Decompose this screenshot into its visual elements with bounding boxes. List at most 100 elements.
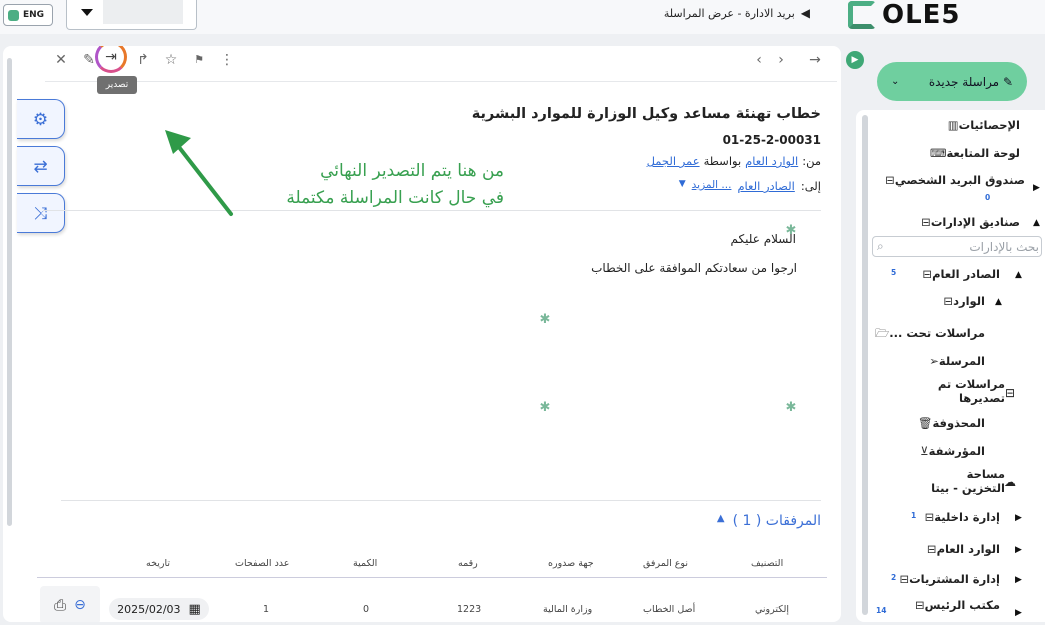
star-icon[interactable]: ☆	[161, 50, 181, 70]
sidebar-item-label: إدارة المشتريات	[909, 572, 1000, 586]
column-header: عدد الصفحات	[235, 558, 290, 569]
attachments-header[interactable]: المرفقات ( 1 ) ▲	[717, 513, 821, 529]
inbox-icon: ⊟	[899, 572, 910, 586]
expand-caret-icon[interactable]: ▶	[1015, 608, 1022, 618]
expand-caret-icon[interactable]: ▶	[1033, 183, 1040, 193]
column-header: رقمه	[458, 558, 478, 569]
via-person-link[interactable]: عمر الجمل	[647, 154, 700, 168]
emblem-icon: ✱	[539, 312, 551, 327]
to-dept-link[interactable]: الصادر العام	[737, 179, 794, 193]
cell-number: 1223	[457, 604, 482, 615]
annotation-arrow	[165, 130, 233, 216]
message-toolbar: ✕ ✎ ⇥ ↱ ☆ ⚑ ⋮ ‹ › →	[45, 46, 837, 82]
sidebar-item-deleted[interactable]: المحذوفة🗑	[914, 416, 985, 430]
back-arrow-icon[interactable]: →	[805, 50, 825, 70]
sidebar-item-sent[interactable]: المرسلة➢	[925, 354, 985, 368]
export-icon: ⇥	[105, 49, 117, 65]
new-mail-text: مراسلة جديدة	[928, 74, 1000, 89]
sidebar-item-internal-dept[interactable]: إدارة داخلية⊟	[921, 510, 1000, 524]
print-icon[interactable]: ⎙	[54, 596, 66, 614]
more-recipients-link[interactable]: ... المزيد	[692, 179, 732, 193]
message-view-panel: ✕ ✎ ⇥ ↱ ☆ ⚑ ⋮ ‹ › → تصدير ⚙ ⇄ ⤨ خطاب تهن…	[3, 46, 841, 622]
language-toggle[interactable]: ENG	[3, 4, 53, 26]
new-mail-button[interactable]: ✎ مراسلة جديدة ⌄	[877, 62, 1027, 101]
sidebar-item-president-office[interactable]: مكتب الرئيس⊟	[911, 598, 1000, 612]
close-icon[interactable]: ✕	[51, 50, 71, 70]
sidebar-item-personal-mailbox[interactable]: صندوق البريد الشخصي⊟	[881, 174, 1025, 187]
collapse-caret-icon[interactable]: ▲	[1015, 270, 1022, 280]
sidebar-item-label: مراسلات تحت ...	[889, 326, 985, 340]
export-button[interactable]: ⇥	[95, 46, 127, 73]
sidebar-item-exported[interactable]: مراسلات تم تصديرها	[925, 377, 1005, 405]
search-icon: ⌕	[877, 239, 884, 253]
count-badge: 1	[911, 511, 917, 520]
sidebar-item-department-boxes[interactable]: صناديق الإدارات⊟	[917, 215, 1020, 229]
sidebar-item-label: إدارة داخلية	[934, 510, 1000, 524]
caret-down-icon	[81, 9, 93, 16]
cell-type: أصل الخطاب	[643, 604, 696, 615]
emblem-icon: ✱	[785, 400, 797, 415]
sidebar-item-statistics[interactable]: الإحصائيات▥	[944, 118, 1020, 132]
shuffle-icon: ⤨	[33, 204, 48, 224]
more-caret-icon[interactable]: ▼	[679, 179, 686, 193]
breadcrumb-arrow-icon[interactable]: ◀	[801, 6, 810, 20]
remove-icon[interactable]: ⊖	[74, 597, 86, 613]
sidebar-item-procurement[interactable]: إدارة المشتريات⊟	[895, 572, 1000, 586]
more-menu-icon[interactable]: ⋮	[217, 50, 237, 70]
collapse-caret-icon[interactable]: ▲	[995, 297, 1002, 307]
collapse-caret-icon[interactable]: ▲	[1033, 218, 1040, 228]
department-search-input[interactable]: بحث بالإدارات ⌕	[872, 236, 1042, 257]
document-transfer-button[interactable]: ⇄	[17, 146, 65, 186]
cell-pages: 1	[263, 604, 270, 615]
column-header: نوع المرفق	[643, 558, 688, 569]
row-actions: ⎙ ⊖	[40, 586, 100, 622]
forward-icon[interactable]: ↱	[133, 50, 153, 70]
sidebar-toggle-icon[interactable]: ▶	[846, 51, 864, 69]
sidebar-item-label: صندوق البريد الشخصي	[894, 173, 1025, 187]
shuffle-button[interactable]: ⤨	[17, 193, 65, 233]
expand-caret-icon[interactable]: ▶	[1015, 545, 1022, 555]
logo-mark-icon	[848, 1, 876, 29]
inbox-icon: ⊟	[921, 215, 931, 229]
previous-icon[interactable]: ‹	[749, 50, 769, 70]
send-icon: ➢	[929, 354, 939, 368]
sidebar-item-storage-beta[interactable]: مساحة التخزين - بيتا	[925, 467, 1005, 495]
sidebar-item-general-inbox[interactable]: الوارد العام⊟	[923, 542, 1000, 556]
sidebar-scrollbar[interactable]	[862, 115, 868, 615]
expand-caret-icon[interactable]: ▶	[1015, 575, 1022, 585]
top-bar: ENG ◀ بريد الادارة - عرض المراسلة OLE5	[0, 0, 1045, 34]
inbox-icon: ⊟	[885, 173, 895, 187]
inbox-icon: ⊟	[926, 542, 937, 556]
sidebar-item-general-outbox[interactable]: الصادر العام⊟	[918, 267, 1000, 281]
sidebar-item-pending[interactable]: مراسلات تحت ...🗁	[871, 326, 985, 345]
breadcrumb-text: بريد الادارة - عرض المراسلة	[663, 6, 795, 20]
sidebar-item-label: الإحصائيات	[958, 118, 1020, 132]
account-dropdown[interactable]	[66, 0, 197, 30]
document-settings-button[interactable]: ⚙	[17, 99, 65, 139]
flag-icon[interactable]: ⚑	[189, 50, 209, 70]
expand-caret-icon[interactable]: ▶	[1015, 513, 1022, 523]
sidebar-item-label: مراسلات تم تصديرها	[937, 377, 1005, 405]
sidebar-item-label: صناديق الإدارات	[930, 215, 1020, 229]
sidebar-item-archived[interactable]: المؤرشفة⊻	[916, 444, 985, 458]
sidebar-item-incoming[interactable]: الوارد⊟	[939, 294, 985, 308]
cell-issuer: وزارة المالية	[543, 604, 593, 615]
next-icon[interactable]: ›	[771, 50, 791, 70]
main-scrollbar[interactable]	[7, 58, 12, 526]
to-label: إلى:	[800, 179, 821, 193]
breadcrumb: ◀ بريد الادارة - عرض المراسلة	[630, 6, 810, 20]
sidebar-item-dashboard[interactable]: لوحة المتابعة⌨	[926, 146, 1020, 160]
export-tooltip: تصدير	[97, 76, 137, 94]
archive-icon: ⊻	[920, 444, 929, 458]
chevron-down-icon[interactable]: ⌄	[891, 76, 899, 87]
sidebar-item-label: المحذوفة	[932, 416, 985, 430]
collapse-caret-icon[interactable]: ▲	[717, 513, 725, 529]
from-dept-link[interactable]: الوارد العام	[745, 154, 798, 168]
language-indicator-icon	[8, 9, 19, 21]
count-badge: 5	[891, 268, 897, 277]
calendar-icon[interactable]: ▦	[189, 602, 201, 617]
inbox-icon: ⊟	[914, 598, 925, 612]
letter-number: 01-25-2-00031	[722, 133, 821, 147]
pencil-icon: ✎	[999, 74, 1013, 89]
column-header: التصنيف	[751, 558, 784, 569]
